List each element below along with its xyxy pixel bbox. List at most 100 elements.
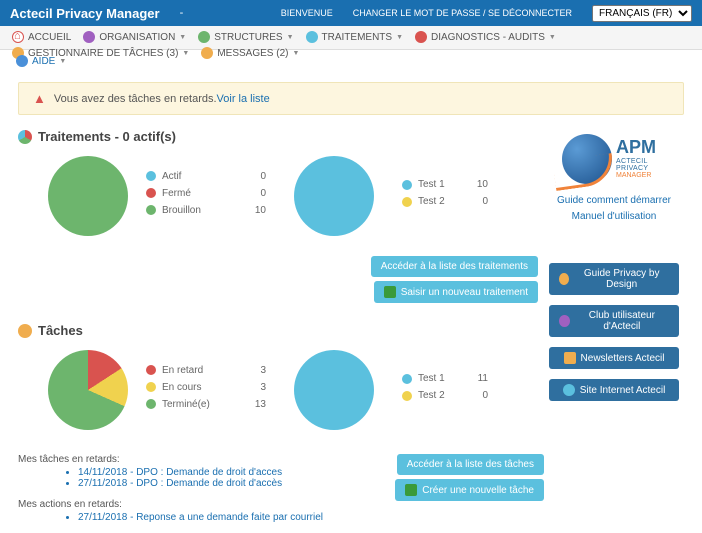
section-taches-header: Tâches [18,323,544,338]
link-manual[interactable]: Manuel d'utilisation [544,211,684,222]
legend-label: En retard [162,365,242,376]
users-icon [559,315,570,327]
legend-value: 3 [242,365,266,376]
legend-dot [402,374,412,384]
chevron-down-icon: ▼ [292,50,299,57]
menu-organisation-label: ORGANISATION [99,32,175,43]
legend-label: Actif [162,171,242,182]
menu-traitements-label: TRAITEMENTS [322,32,393,43]
btn-user-club-label: Club utilisateur d'Actecil [575,310,669,332]
chevron-down-icon: ▼ [179,34,186,41]
legend-traitements-status: Actif0 Fermé0 Brouillon10 [146,171,266,222]
section-traitements-title: Traitements - 0 actif(s) [38,129,176,144]
btn-user-club[interactable]: Club utilisateur d'Actecil [549,305,679,337]
legend-value: 10 [466,179,488,190]
chevron-down-icon: ▼ [59,58,66,65]
legend-dot [402,391,412,401]
menu-help-label: AIDE [32,56,55,67]
legend-label: Test 1 [418,179,466,190]
chevron-down-icon: ▼ [396,34,403,41]
btn-list-traitements[interactable]: Accéder à la liste des traitements [371,256,538,277]
legend-traitements-test: Test 110 Test 20 [402,179,488,213]
btn-new-tache[interactable]: Créer une nouvelle tâche [395,479,544,501]
btn-newsletters[interactable]: Newsletters Actecil [549,347,679,369]
legend-label: Terminé(e) [162,399,242,410]
menu-help[interactable]: AIDE ▼ [10,53,72,69]
structures-icon [198,31,210,43]
btn-website-label: Site Internet Actecil [580,385,666,396]
legend-value: 3 [242,382,266,393]
legend-dot [402,197,412,207]
legend-value: 0 [466,390,488,401]
legend-taches-test: Test 111 Test 20 [402,373,488,407]
section-traitements-header: Traitements - 0 actif(s) [18,129,544,144]
btn-new-traitement[interactable]: Saisir un nouveau traitement [374,281,538,303]
apm-logo: APM ACTECIL PRIVACY MANAGER [554,129,674,189]
gear-icon [18,324,32,338]
pie-taches-test [294,350,374,430]
btn-newsletters-label: Newsletters Actecil [581,353,665,364]
chevron-down-icon: ▼ [549,34,556,41]
task-link[interactable]: 27/11/2018 - DPO : Demande de droit d'ac… [78,478,282,489]
menu-structures-label: STRUCTURES [214,32,282,43]
change-password-link[interactable]: CHANGER LE MOT DE PASSE / SE DÉCONNECTER [353,8,572,18]
main-menu: ACCUEIL ORGANISATION ▼ STRUCTURES ▼ TRAI… [0,26,702,50]
menu-accueil[interactable]: ACCUEIL [6,29,77,45]
legend-dot [146,205,156,215]
plus-icon [384,286,396,298]
globe-icon [563,384,575,396]
legend-value: 0 [242,188,266,199]
legend-dot [146,365,156,375]
legend-value: 10 [242,205,266,216]
alert-text: Vous avez des tâches en retards. [54,93,217,105]
menu-diagnostics-label: DIAGNOSTICS - AUDITS [431,32,545,43]
mail-icon [564,352,576,364]
btn-guide-privacy[interactable]: Guide Privacy by Design [549,263,679,295]
legend-dot [402,180,412,190]
home-icon [12,31,24,43]
mail-icon [201,47,213,59]
legend-label: Test 2 [418,390,466,401]
pie-traitements-test [294,156,374,236]
top-bar: Actecil Privacy Manager - BIENVENUE CHAN… [0,0,702,26]
logo-text-apm: APM [616,137,674,158]
legend-dot [146,382,156,392]
language-select[interactable]: FRANÇAIS (FR) [592,5,692,22]
app-title-dash: - [180,7,184,19]
btn-list-taches[interactable]: Accéder à la liste des tâches [397,454,544,475]
diagnostics-icon [415,31,427,43]
legend-label: Test 2 [418,196,466,207]
pie-traitements-status [48,156,128,236]
traitements-section-icon [18,130,32,144]
app-title: Actecil Privacy Manager [10,6,160,21]
overdue-actions-heading: Mes actions en retards: [18,499,374,510]
menu-messages[interactable]: MESSAGES (2) ▼ [195,45,305,61]
menu-organisation[interactable]: ORGANISATION ▼ [77,29,192,45]
pie-taches-status [48,350,128,430]
traitements-icon [306,31,318,43]
chevron-down-icon: ▼ [287,34,294,41]
menu-traitements[interactable]: TRAITEMENTS ▼ [300,29,410,45]
menu-structures[interactable]: STRUCTURES ▼ [192,29,299,45]
legend-taches-status: En retard3 En cours3 Terminé(e)13 [146,365,266,416]
welcome-label: BIENVENUE [281,8,333,18]
action-link[interactable]: 27/11/2018 - Reponse a une demande faite… [78,512,323,523]
logo-text-sub1: ACTECIL PRIVACY [616,158,674,172]
link-guide-start[interactable]: Guide comment démarrer [544,195,684,206]
organisation-icon [83,31,95,43]
legend-dot [146,171,156,181]
my-overdue-tasks: Mes tâches en retards: 14/11/2018 - DPO … [18,454,374,489]
my-overdue-actions: Mes actions en retards: 27/11/2018 - Rep… [18,499,374,523]
alert-view-list-link[interactable]: Voir la liste [217,93,270,105]
overdue-tasks-heading: Mes tâches en retards: [18,454,374,465]
menu-diagnostics[interactable]: DIAGNOSTICS - AUDITS ▼ [409,29,562,45]
legend-dot [146,188,156,198]
btn-guide-privacy-label: Guide Privacy by Design [574,268,669,290]
legend-label: Brouillon [162,205,242,216]
chevron-down-icon: ▼ [182,50,189,57]
help-icon [16,55,28,67]
legend-label: Test 1 [418,373,466,384]
btn-new-traitement-label: Saisir un nouveau traitement [401,287,528,298]
task-link[interactable]: 14/11/2018 - DPO : Demande de droit d'ac… [78,467,282,478]
btn-website[interactable]: Site Internet Actecil [549,379,679,401]
